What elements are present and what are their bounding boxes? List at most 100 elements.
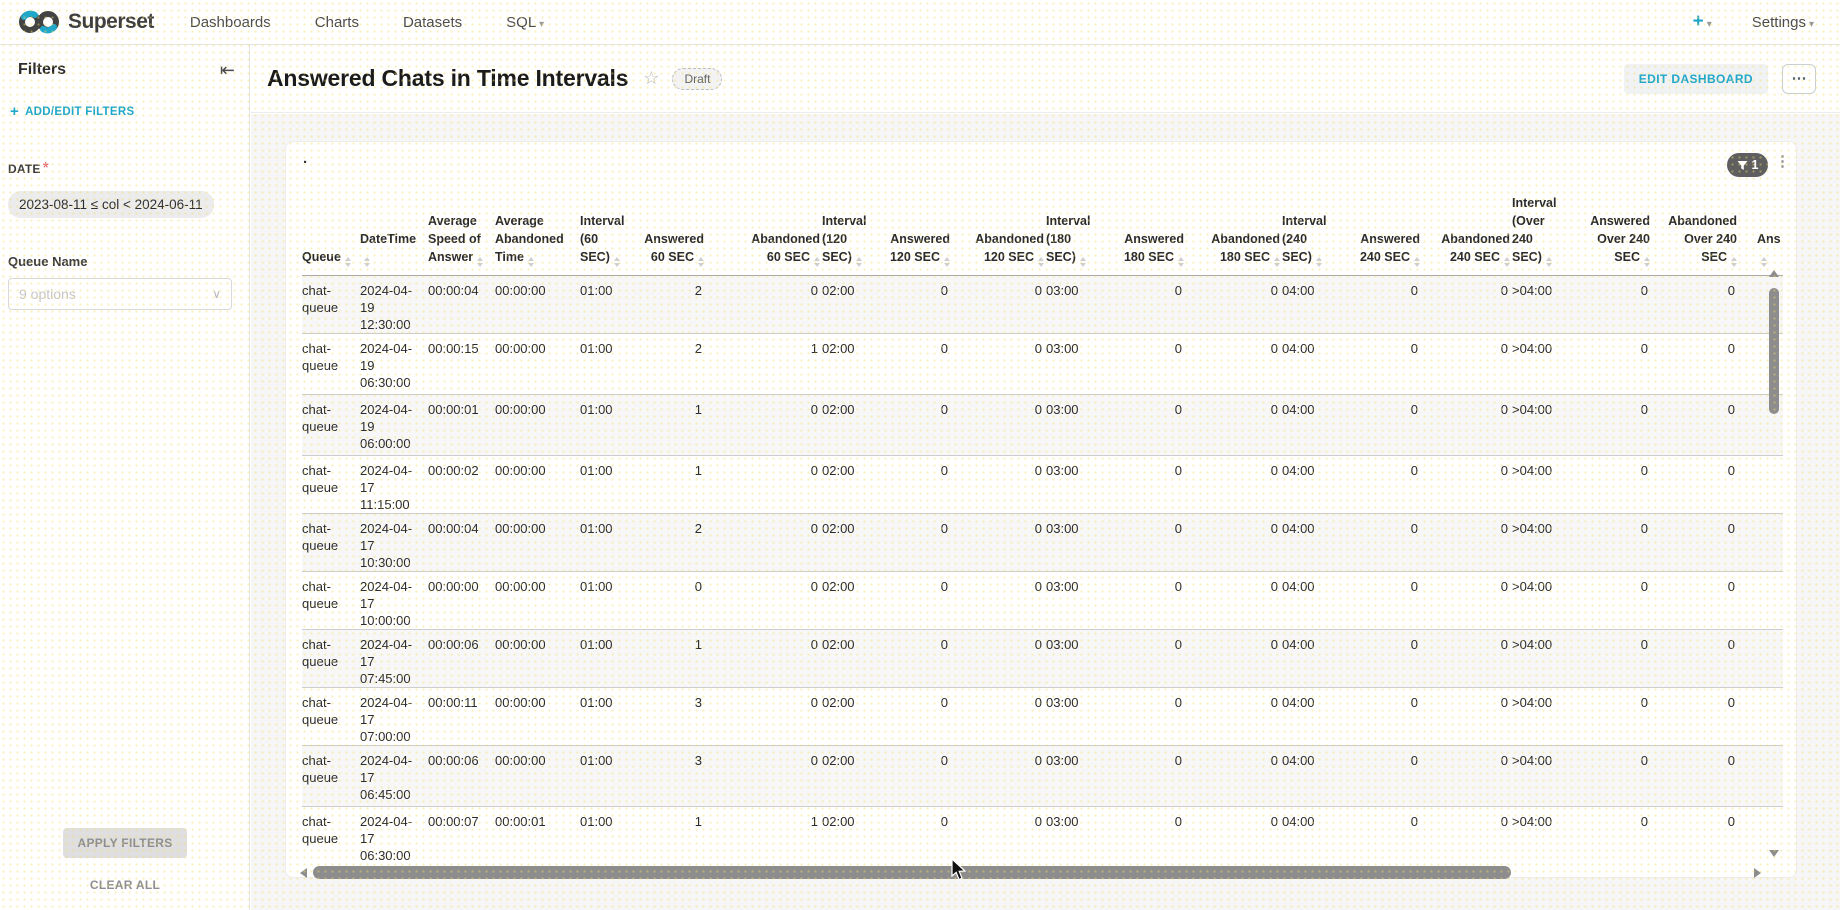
nav-item-charts[interactable]: Charts <box>315 14 359 31</box>
table-cell: chat-queue <box>302 456 360 514</box>
column-header-average-abandoned-time[interactable]: Average Abandoned Time <box>495 194 580 276</box>
column-header-interval-120-sec-[interactable]: Interval (120 SEC) <box>822 194 884 276</box>
table-cell: chat-queue <box>302 514 360 572</box>
sort-icon[interactable] <box>1178 257 1184 267</box>
column-header-answered-over-240-sec[interactable]: Answered Over 240 SEC <box>1578 194 1652 276</box>
nav-item-datasets[interactable]: Datasets <box>403 14 462 31</box>
table-cell: 04:00 <box>1282 334 1344 395</box>
new-item-button[interactable]: +▾ <box>1693 12 1712 32</box>
hscroll-left-arrow-icon[interactable] <box>300 868 307 878</box>
horizontal-scrollbar-thumb[interactable] <box>313 866 1511 879</box>
column-header-interval-240-sec-[interactable]: Interval (240 SEC) <box>1282 194 1344 276</box>
column-header-interval-180-sec-[interactable]: Interval (180 SEC) <box>1046 194 1108 276</box>
column-label: Ans <box>1757 232 1781 246</box>
sort-icon[interactable] <box>345 257 351 267</box>
sort-icon[interactable] <box>1080 257 1086 267</box>
favorite-star-icon[interactable]: ☆ <box>643 68 659 89</box>
filters-sidebar: Filters ⇤ + ADD/EDIT FILTERS DATE* 2023-… <box>0 45 250 910</box>
table-cell: 0 <box>1108 456 1186 514</box>
sort-icon[interactable] <box>1274 257 1280 267</box>
column-header-abandoned-over-240-sec[interactable]: Abandoned Over 240 SEC <box>1652 194 1739 276</box>
column-header-answered-120-sec[interactable]: Answered 120 SEC <box>884 194 952 276</box>
column-header-abandoned-180-sec[interactable]: Abandoned 180 SEC <box>1186 194 1282 276</box>
table-cell: 3 <box>642 688 706 746</box>
column-header-interval-over-240-sec-[interactable]: Interval (Over 240 SEC) <box>1512 194 1578 276</box>
column-header-average-speed-of-answer[interactable]: Average Speed of Answer <box>428 194 495 276</box>
edit-dashboard-button[interactable]: EDIT DASHBOARD <box>1624 64 1768 94</box>
sort-icon[interactable] <box>1414 257 1420 267</box>
column-header-answered-60-sec[interactable]: Answered 60 SEC <box>642 194 706 276</box>
apply-filters-button[interactable]: APPLY FILTERS <box>63 828 187 858</box>
table-cell: 0 <box>952 395 1046 456</box>
column-label: DateTime <box>360 232 416 246</box>
column-header-ans[interactable]: Ans <box>1739 194 1783 276</box>
table-row: chat-queue2024-04- 17 06:45:0000:00:0600… <box>302 746 1783 807</box>
table-cell: 00:00:00 <box>495 276 580 334</box>
nav-item-dashboards[interactable]: Dashboards <box>190 14 271 31</box>
vscroll-down-arrow-icon[interactable] <box>1769 850 1779 857</box>
collapse-sidebar-icon[interactable]: ⇤ <box>220 61 235 79</box>
add-edit-filters-button[interactable]: + ADD/EDIT FILTERS <box>10 103 249 120</box>
chevron-down-icon: ∨ <box>212 287 221 301</box>
settings-menu[interactable]: Settings▾ <box>1752 14 1814 31</box>
table-cell: >04:00 <box>1512 334 1578 395</box>
column-header-answered-180-sec[interactable]: Answered 180 SEC <box>1108 194 1186 276</box>
sort-icon[interactable] <box>1038 257 1044 267</box>
more-options-button[interactable]: ⋯ <box>1782 64 1816 94</box>
column-header-abandoned-60-sec[interactable]: Abandoned 60 SEC <box>706 194 822 276</box>
table-cell: 03:00 <box>1046 688 1108 746</box>
table-row: chat-queue2024-04- 17 10:30:0000:00:0400… <box>302 514 1783 572</box>
clear-all-button[interactable]: CLEAR ALL <box>0 878 250 892</box>
applied-filter-count-badge[interactable]: 1 <box>1727 153 1768 177</box>
table-cell: 0 <box>706 630 822 688</box>
hscroll-right-arrow-icon[interactable] <box>1754 868 1761 878</box>
table-cell: 0 <box>706 746 822 807</box>
sort-icon[interactable] <box>1316 257 1322 267</box>
sort-icon[interactable] <box>698 257 704 267</box>
vertical-scrollbar-thumb[interactable] <box>1769 288 1779 414</box>
plus-icon: + <box>1693 11 1704 32</box>
table-cell: 01:00 <box>580 746 642 807</box>
table-cell: 00:00:04 <box>428 276 495 334</box>
nav-item-sql[interactable]: SQL▾ <box>506 14 544 31</box>
sort-icon[interactable] <box>1731 257 1737 267</box>
table-cell: 00:00:11 <box>428 688 495 746</box>
sort-icon[interactable] <box>364 257 370 267</box>
table-cell: >04:00 <box>1512 746 1578 807</box>
table-cell: 0 <box>1186 514 1282 572</box>
sort-icon[interactable] <box>856 257 862 267</box>
sort-icon[interactable] <box>1504 257 1510 267</box>
sort-icon[interactable] <box>814 257 820 267</box>
table-cell: 0 <box>1422 746 1512 807</box>
table-row: chat-queue2024-04- 19 12:30:0000:00:0400… <box>302 276 1783 334</box>
table-cell: 0 <box>706 276 822 334</box>
table-cell: 03:00 <box>1046 630 1108 688</box>
sort-icon[interactable] <box>1644 257 1650 267</box>
table-cell: 0 <box>952 807 1046 863</box>
sort-icon[interactable] <box>528 257 534 267</box>
column-header-answered-240-sec[interactable]: Answered 240 SEC <box>1344 194 1422 276</box>
column-header-interval-60-sec-[interactable]: Interval (60 SEC) <box>580 194 642 276</box>
sort-icon[interactable] <box>614 257 620 267</box>
table-cell: 00:00:00 <box>495 456 580 514</box>
sort-icon[interactable] <box>1761 257 1767 267</box>
sort-icon[interactable] <box>1546 257 1552 267</box>
table-cell: 0 <box>1344 807 1422 863</box>
table-cell: 0 <box>1186 395 1282 456</box>
superset-logo[interactable]: Superset <box>18 9 154 35</box>
column-header-queue[interactable]: Queue <box>302 194 360 276</box>
table-cell: 0 <box>952 276 1046 334</box>
column-header-abandoned-240-sec[interactable]: Abandoned 240 SEC <box>1422 194 1512 276</box>
table-cell: 0 <box>1652 807 1739 863</box>
vscroll-up-arrow-icon[interactable] <box>1769 270 1779 277</box>
sort-icon[interactable] <box>944 257 950 267</box>
table-cell: 01:00 <box>580 807 642 863</box>
column-header-datetime[interactable]: DateTime <box>360 194 428 276</box>
sort-icon[interactable] <box>477 257 483 267</box>
date-filter-value[interactable]: 2023-08-11 ≤ col < 2024-06-11 <box>8 191 214 218</box>
table-cell: 2 <box>642 514 706 572</box>
column-header-abandoned-120-sec[interactable]: Abandoned 120 SEC <box>952 194 1046 276</box>
queue-name-select[interactable]: 9 options ∨ <box>8 278 232 310</box>
table-cell: 0 <box>1422 276 1512 334</box>
chart-kebab-menu-icon[interactable]: ⋮ <box>1775 154 1790 171</box>
